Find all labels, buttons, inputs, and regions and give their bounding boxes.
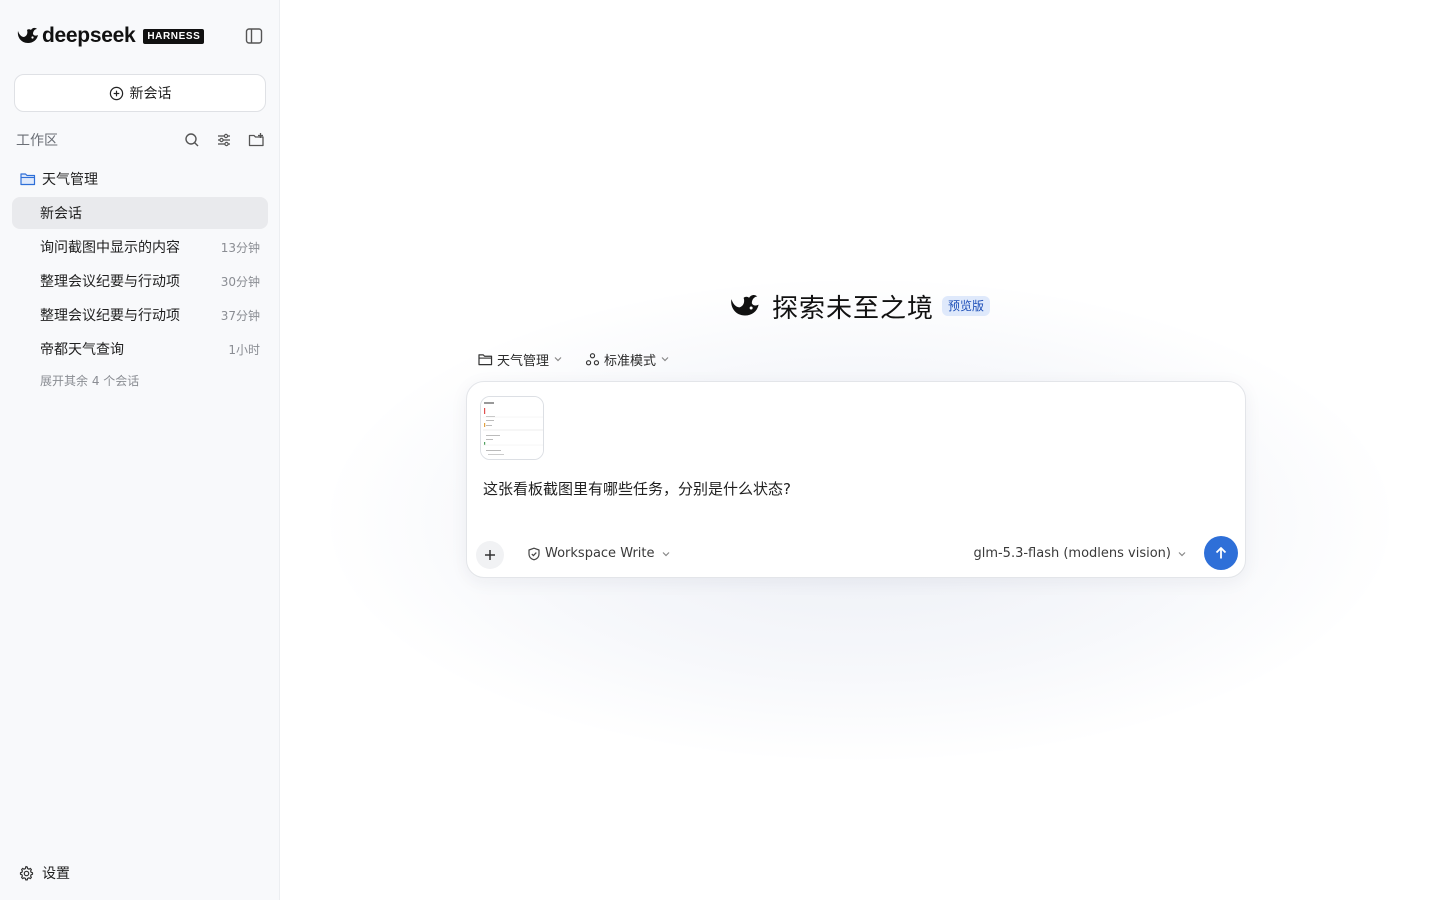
workspace-header: 工作区 [16,130,266,150]
conversation-title: 整理会议纪要与行动项 [40,308,180,324]
new-folder-icon [248,133,264,147]
hero-heading: 探索未至之境 预览版 [726,286,991,326]
conversation-title: 整理会议纪要与行动项 [40,274,180,290]
search-icon [185,133,199,147]
conversation-item[interactable]: 新会话 [12,197,268,229]
mode-icon [585,352,600,365]
hero-title: 探索未至之境 [772,293,935,324]
folder-name: 天气管理 [42,172,98,188]
chevron-down-icon [1178,551,1186,556]
arrow-up-icon [1215,547,1227,559]
model-label: glm-5.3-flash (modlens vision) [973,546,1171,561]
conversation-time: 37分钟 [220,308,260,323]
plus-icon [485,550,495,560]
prompt-input[interactable]: 这张看板截图里有哪些任务，分别是什么状态? [483,478,791,499]
whale-logo-icon [17,27,38,43]
conversation-item[interactable]: 帝都天气查询 1小时 [12,333,268,365]
folder-icon [20,173,36,186]
folder-weather-management[interactable]: 天气管理 [20,168,98,190]
gear-icon [19,865,34,881]
sidebar: deepseek HARNESS 新会话 工作区 天气管理 新会话 询问截图中显… [0,0,280,900]
new-folder-button[interactable] [246,130,266,150]
permission-label: Workspace Write [545,546,655,561]
add-attachment-button[interactable] [476,541,504,569]
sidebar-toggle-button[interactable] [244,26,264,46]
brand-name: deepseek [42,24,136,47]
kanban-screenshot-preview [481,397,543,459]
conversation-title: 询问截图中显示的内容 [40,240,180,256]
mode-selector-label: 标准模式 [604,353,657,369]
search-button[interactable] [182,130,202,150]
new-chat-label: 新会话 [129,86,172,102]
chevron-down-icon [554,357,562,362]
plus-circle-icon [109,86,123,100]
conversation-time: 1小时 [228,342,260,357]
settings-button[interactable]: 设置 [18,862,70,884]
send-button[interactable] [1204,536,1238,570]
shield-icon [528,547,540,560]
permission-selector[interactable]: Workspace Write [527,546,671,561]
conversation-list: 新会话 询问截图中显示的内容 13分钟 整理会议纪要与行动项 30分钟 整理会议… [12,197,268,367]
workspace-title: 工作区 [16,133,58,149]
new-chat-button[interactable]: 新会话 [14,74,266,112]
conversation-item[interactable]: 整理会议纪要与行动项 37分钟 [12,299,268,331]
model-selector[interactable]: glm-5.3-flash (modlens vision) [973,546,1187,561]
conversation-item[interactable]: 整理会议纪要与行动项 30分钟 [12,265,268,297]
filter-button[interactable] [214,130,234,150]
conversation-title: 帝都天气查询 [40,342,124,358]
main-area: 探索未至之境 预览版 天气管理 标准模式 这张看板截图里有哪些任务，分别是什么状… [280,0,1440,900]
context-selectors: 天气管理 标准模式 [478,348,692,370]
brand[interactable]: deepseek HARNESS [16,24,205,48]
message-composer[interactable]: 这张看板截图里有哪些任务，分别是什么状态? Workspace Write gl… [466,381,1246,578]
conversation-time: 13分钟 [220,240,260,255]
conversation-title: 新会话 [40,206,82,222]
expand-more-conversations[interactable]: 展开其余 4 个会话 [40,372,139,389]
conversation-time: 30分钟 [220,274,260,289]
workspace-selector[interactable]: 天气管理 [478,350,563,369]
workspace-selector-label: 天气管理 [497,353,550,369]
conversation-item[interactable]: 询问截图中显示的内容 13分钟 [12,231,268,263]
whale-logo-icon [731,294,759,316]
folder-icon [478,353,493,365]
mode-selector[interactable]: 标准模式 [585,350,670,369]
settings-label: 设置 [42,866,70,882]
attached-image-thumbnail[interactable] [480,396,544,460]
preview-badge: 预览版 [942,296,991,316]
chevron-down-icon [661,357,669,362]
chevron-down-icon [662,551,669,556]
filter-icon [218,133,230,147]
sidebar-toggle-icon [245,28,263,44]
brand-badge: HARNESS [143,28,205,44]
